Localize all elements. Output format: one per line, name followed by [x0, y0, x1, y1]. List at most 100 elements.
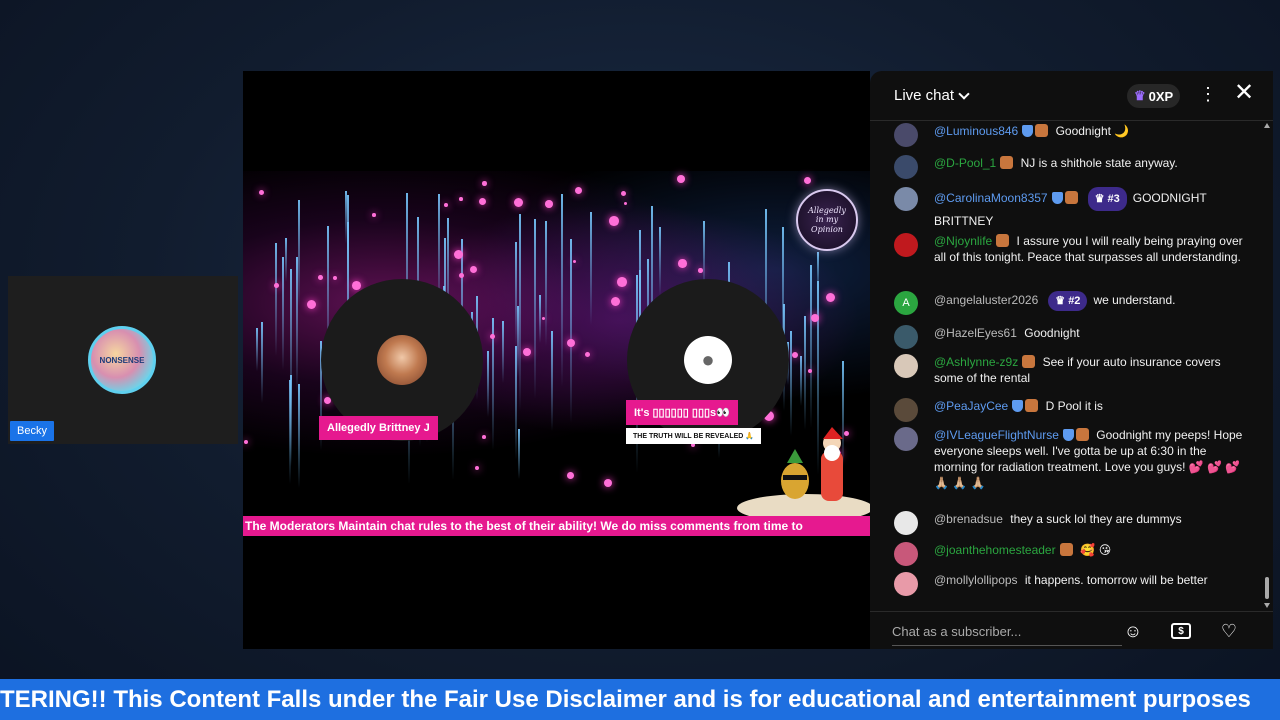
moderator-ticker: The Moderators Maintain chat rules to th… — [243, 516, 870, 536]
visualizer-line — [561, 194, 563, 387]
chat-title: Live chat — [894, 87, 955, 104]
disclaimer-ticker: TERING!! This Content Falls under the Fa… — [0, 679, 1280, 720]
visualizer-dot — [585, 352, 591, 358]
visualizer-line — [298, 384, 300, 488]
chat-message: @PeaJayCee D Pool it is — [894, 398, 1244, 422]
visualizer-dot — [542, 317, 545, 320]
chat-author[interactable]: @D-Pool_1 — [934, 156, 996, 170]
visualizer-line — [519, 214, 521, 411]
visualizer-line — [790, 331, 792, 436]
chat-text: D Pool it is — [1045, 399, 1103, 413]
visualizer-dot — [482, 435, 486, 439]
visualizer-dot — [567, 339, 576, 348]
visualizer-dot — [444, 203, 448, 207]
chat-message: A @angelaluster2026 ♛ #2 we understand. — [894, 291, 1244, 315]
chat-message: @CarolinaMoon8357 ♛ #3 GOODNIGHT BRITTNEY — [894, 187, 1244, 231]
chat-message: @brenadsue they a suck lol they are dumm… — [894, 511, 1244, 535]
visualizer-dot — [244, 440, 249, 445]
chat-author[interactable]: @PeaJayCee — [934, 399, 1008, 413]
visualizer-dot — [609, 216, 619, 226]
scroll-thumb[interactable] — [1265, 577, 1269, 599]
visualizer-dot — [318, 275, 323, 280]
visualizer-line — [502, 321, 504, 383]
visualizer-line — [296, 257, 298, 393]
visualizer-line — [570, 239, 572, 423]
visualizer-dot — [333, 276, 337, 280]
chat-author[interactable]: @IVLeagueFlightNurse — [934, 428, 1059, 442]
visualizer-dot — [698, 268, 703, 273]
chat-message: @IVLeagueFlightNurse Goodnight my peeps!… — [894, 427, 1244, 491]
more-options-icon[interactable]: ⋮ — [1199, 85, 1217, 103]
chat-message-list[interactable]: @Luminous846 Goodnight 🌙 @D-Pool_1 NJ is… — [870, 121, 1265, 611]
member-badge-icon — [1035, 124, 1049, 137]
chat-author[interactable]: @HazelEyes61 — [934, 326, 1017, 340]
visualizer-dot — [624, 202, 628, 206]
guest-name-label: Becky — [10, 421, 54, 441]
visualizer-dot — [475, 466, 479, 470]
scroll-up-icon[interactable] — [1264, 123, 1270, 128]
chat-avatar: A — [894, 291, 918, 315]
chat-author[interactable]: @Ashlynne-z9z — [934, 355, 1018, 369]
rank-badge: ♛ #2 — [1048, 291, 1088, 311]
chat-author[interactable]: @joanthehomesteader — [934, 543, 1056, 557]
chat-avatar — [894, 233, 918, 257]
chat-message: @Ashlynne-z9z See if your auto insurance… — [894, 354, 1244, 386]
moderator-badge-icon — [1062, 429, 1074, 441]
visualizer-line — [275, 243, 277, 356]
host2-name-label: It's ▯▯▯▯▯▯ ▯▯▯s👀 — [626, 400, 738, 425]
chat-author[interactable]: @mollylollipops — [934, 573, 1018, 587]
chat-message: @Njoynlife I assure you I will really be… — [894, 233, 1244, 265]
chat-author[interactable]: @brenadsue — [934, 512, 1003, 526]
visualizer-dot — [678, 259, 687, 268]
member-badge-icon — [996, 234, 1010, 247]
scroll-down-icon[interactable] — [1264, 603, 1270, 608]
chat-message: @D-Pool_1 NJ is a shithole state anyway. — [894, 155, 1244, 179]
chat-input[interactable] — [892, 618, 1132, 644]
heart-icon[interactable]: ♡ — [1216, 618, 1242, 644]
host2-avatar: ● — [684, 336, 732, 384]
chat-author[interactable]: @CarolinaMoon8357 — [934, 191, 1048, 205]
visualizer-line — [810, 265, 812, 428]
visualizer-line — [590, 212, 592, 325]
visualizer-line — [515, 242, 517, 348]
chat-avatar — [894, 511, 918, 535]
member-badge-icon — [1064, 191, 1078, 204]
emoji-icon[interactable]: ☺ — [1120, 618, 1146, 644]
visualizer-line — [289, 380, 291, 484]
moderator-badge-icon — [1051, 192, 1063, 204]
visualizer-dot — [545, 200, 553, 208]
visualizer-line — [551, 331, 553, 431]
visualizer-line — [804, 316, 806, 430]
visualizer-dot — [470, 266, 478, 274]
chat-scrollbar[interactable] — [1264, 123, 1270, 611]
visualizer-line — [534, 219, 536, 399]
chat-avatar — [894, 427, 918, 451]
chat-text: 🥰 😘 — [1079, 543, 1112, 557]
chat-avatar — [894, 155, 918, 179]
member-badge-icon — [1022, 355, 1036, 368]
person-icon: ● — [701, 347, 715, 372]
chat-text: Goodnight — [1024, 326, 1080, 340]
chat-author[interactable]: @Luminous846 — [934, 124, 1018, 138]
visualizer-dot — [567, 472, 574, 479]
crown-icon: ♛ — [1134, 88, 1146, 103]
super-chat-button[interactable]: $ — [1168, 618, 1194, 644]
chat-text: we understand. — [1093, 293, 1176, 307]
chat-mode-dropdown[interactable]: Live chat — [894, 87, 970, 104]
chat-text: it happens. tomorrow will be better — [1024, 573, 1208, 587]
xp-button[interactable]: ♛ 0XP — [1127, 84, 1181, 108]
visualizer-dot — [826, 293, 836, 303]
chat-author[interactable]: @Njoynlife — [934, 234, 992, 248]
chat-avatar — [894, 325, 918, 349]
chat-author[interactable]: @angelaluster2026 — [934, 293, 1038, 307]
video-stage[interactable]: Allegedly in my Opinion Allegedly Brittn… — [243, 71, 870, 649]
visualizer-line — [659, 227, 661, 296]
close-icon[interactable]: ✕ — [1234, 81, 1254, 105]
visualizer-dot — [617, 277, 627, 287]
host1-avatar — [377, 335, 427, 385]
chat-avatar — [894, 572, 918, 596]
visualizer-line — [518, 429, 520, 479]
chat-input-row: ☺ $ ♡ — [870, 611, 1273, 649]
guest-tile: NONSENSE Becky — [8, 276, 238, 444]
chat-avatar — [894, 354, 918, 378]
